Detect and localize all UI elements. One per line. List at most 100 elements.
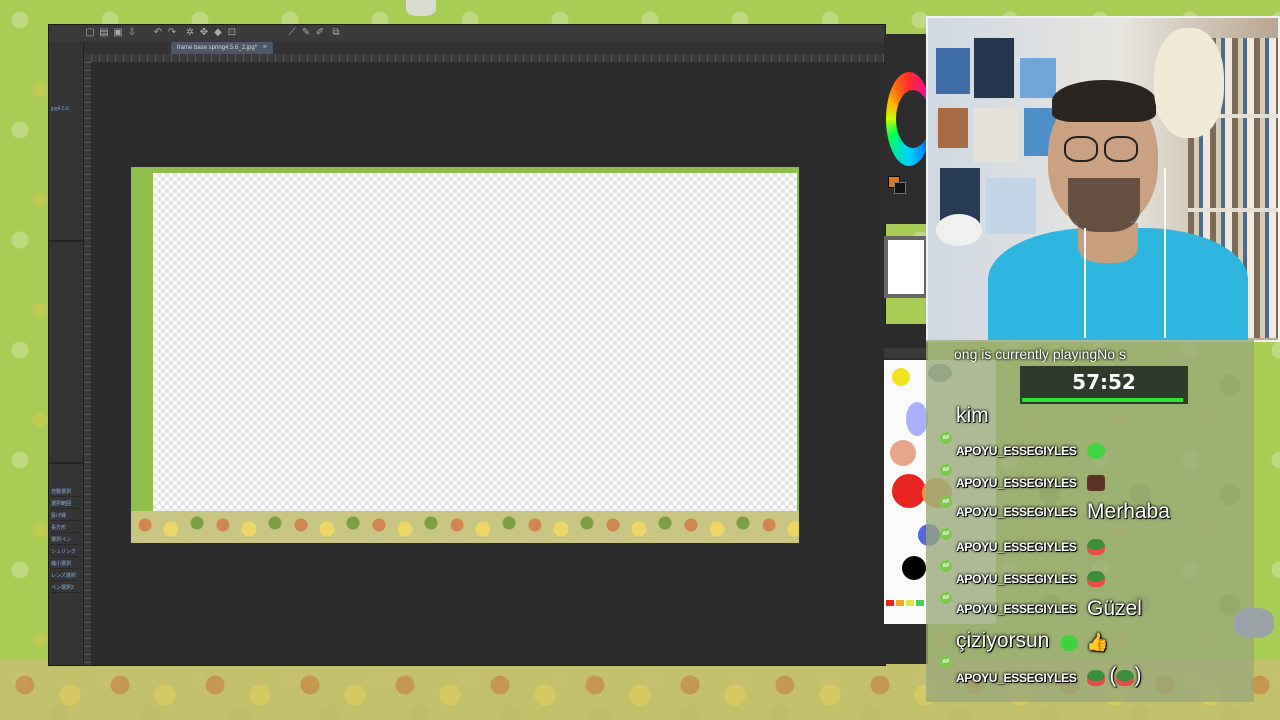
yellow-palette-chip[interactable] [906,600,914,606]
stream-timer: 57:52 [1020,366,1188,404]
chat-badge-icon: AP [940,432,952,444]
chat-badge-icon: AP [940,464,952,476]
chat-message: APOYU_ESSEGIYLES [956,570,1106,588]
document-tab-label: frame base spring4.5.6_2.jpg* [177,45,258,51]
subtool-item[interactable]: 縮小選択 [51,560,79,569]
pen-icon[interactable]: ✎ [301,28,311,38]
glasses-right-lens [1104,136,1138,162]
redo-icon[interactable]: ↷ [167,28,177,38]
now-playing-ticker: ong is currently playingNo s [954,346,1126,362]
frame-pattern-border [131,511,799,543]
chat-username[interactable]: APOYU_ESSEGIYLES [956,572,1077,586]
earphone-cable [1084,228,1086,338]
thumbs-up-emoji: 👍 [1086,632,1109,653]
chat-username[interactable]: APOYU_ESSEGIYLES [956,505,1077,519]
subtool-item[interactable]: レンズ選択 [51,572,79,581]
earphone-cable [1164,168,1166,338]
export-icon[interactable]: ⇩ [127,28,137,38]
mascot-character-icon [1234,608,1274,638]
color-palette-panel [884,324,996,664]
frog-emote-icon [1116,669,1135,686]
transparent-area [153,173,797,511]
green-blob-emote-icon [1087,442,1106,459]
chat-badge-icon: AP [940,560,952,572]
green-blob-emote-icon [1059,634,1078,651]
document-tab[interactable]: frame base spring4.5.6_2.jpg* × [171,42,273,54]
chat-username[interactable]: APOYU_ESSEGIYLES [956,540,1077,554]
command-bar: ▢ ▤ ▣ ⇩ ↶ ↷ ✲ ✥ ◆ ⊡ ⟋ ✎ ✐ ⧉ [49,25,885,43]
color-wheel-center [896,90,930,148]
chat-message: APOYU_ESSEGIYLES [956,474,1106,492]
chat-message: APOYU_ESSEGIYLES Güzel [956,597,1142,621]
top-ruler [83,54,885,62]
subtool-item[interactable]: 選択ペン [51,536,79,545]
subtool-item[interactable]: シュリンク [51,548,79,557]
chat-text: Güzel [1087,597,1142,620]
chat-text: Merhaba [1087,500,1170,523]
subtool-item[interactable]: 選択範囲 [51,500,79,509]
streamer-beard [1068,178,1140,232]
red-palette-chip[interactable] [886,600,894,606]
crop-icon[interactable]: ⊡ [227,28,237,38]
transform-icon[interactable]: ✥ [199,28,209,38]
frog-emote-icon [1087,538,1106,555]
shelf-board [1188,208,1278,212]
chat-message: APOYU_ESSEGIYLES [956,538,1106,556]
peach-color-blob[interactable] [890,440,916,466]
mascot-cursor-icon [406,0,436,16]
chat-username[interactable]: APOYU_ESSEGIYLES [956,671,1077,685]
chat-username[interactable]: APOYU_ESSEGIYLES [956,444,1077,458]
chat-overlay: ong is currently playingNo s 57:52 kim A… [926,340,1254,702]
color-wheel-panel [884,34,932,224]
chat-message: çiziyorsun 👍 [956,629,1109,653]
orange-palette-chip[interactable] [896,600,904,606]
fill-icon[interactable]: ◆ [213,28,223,38]
close-tab-icon[interactable]: × [263,44,267,51]
ruler-icon[interactable]: ⟋ [287,28,297,38]
chat-message: kim [956,404,989,428]
chat-username[interactable]: APOYU_ESSEGIYLES [956,476,1077,490]
chat-message: APOYU_ESSEGIYLES () [956,664,1141,688]
timer-value: 57:52 [1072,370,1136,394]
lavender-color-blob[interactable] [906,402,928,436]
red-color-blob[interactable] [892,474,926,508]
panel-divider [49,462,83,464]
chat-message: APOYU_ESSEGIYLES [956,442,1106,460]
face-emote-icon [1087,474,1106,491]
subtool-item[interactable]: 投げ縄 [51,512,79,521]
left-ruler [83,62,91,665]
settings-icon[interactable]: ✲ [185,28,195,38]
glasses-left-lens [1064,136,1098,162]
subtool-item[interactable]: 長方形 [51,524,79,533]
subtool-item[interactable]: 自動選択 [51,488,79,497]
desk-fan [936,214,982,246]
sub-color-swatch[interactable] [894,182,906,194]
layer-name-label: jpg4.5.6 [51,106,69,112]
yellow-color-blob[interactable] [892,368,910,386]
layer-icon[interactable]: ⧉ [331,28,341,38]
document-tab-bar: frame base spring4.5.6_2.jpg* × [83,42,885,54]
chat-text: kim [956,404,989,427]
chat-text: ) [1134,664,1142,687]
chat-badge-icon: AP [940,528,952,540]
new-file-icon[interactable]: ▢ [85,28,95,38]
streamer-hair [1052,80,1156,122]
black-color-blob[interactable] [902,556,926,580]
chat-badge-icon: AP [940,592,952,604]
timer-progress-track [1022,398,1186,402]
navigator-thumbnail[interactable] [884,236,926,298]
green-palette-chip[interactable] [916,600,924,606]
panel-divider [49,240,83,242]
brush-icon[interactable]: ✐ [315,28,325,38]
undo-icon[interactable]: ↶ [153,28,163,38]
teddy-bear [1154,28,1224,138]
frog-emote-icon [1087,570,1106,587]
subtool-item[interactable]: ペン選択2 [51,584,79,593]
artwork-canvas[interactable] [131,167,799,543]
paint-app-window: ▢ ▤ ▣ ⇩ ↶ ↷ ✲ ✥ ◆ ⊡ ⟋ ✎ ✐ ⧉ frame base s… [48,24,886,666]
chat-message: APOYU_ESSEGIYLES Merhaba [956,500,1170,524]
navigator-preview [888,240,924,294]
chat-username[interactable]: APOYU_ESSEGIYLES [956,602,1077,616]
open-file-icon[interactable]: ▤ [99,28,109,38]
save-icon[interactable]: ▣ [113,28,123,38]
